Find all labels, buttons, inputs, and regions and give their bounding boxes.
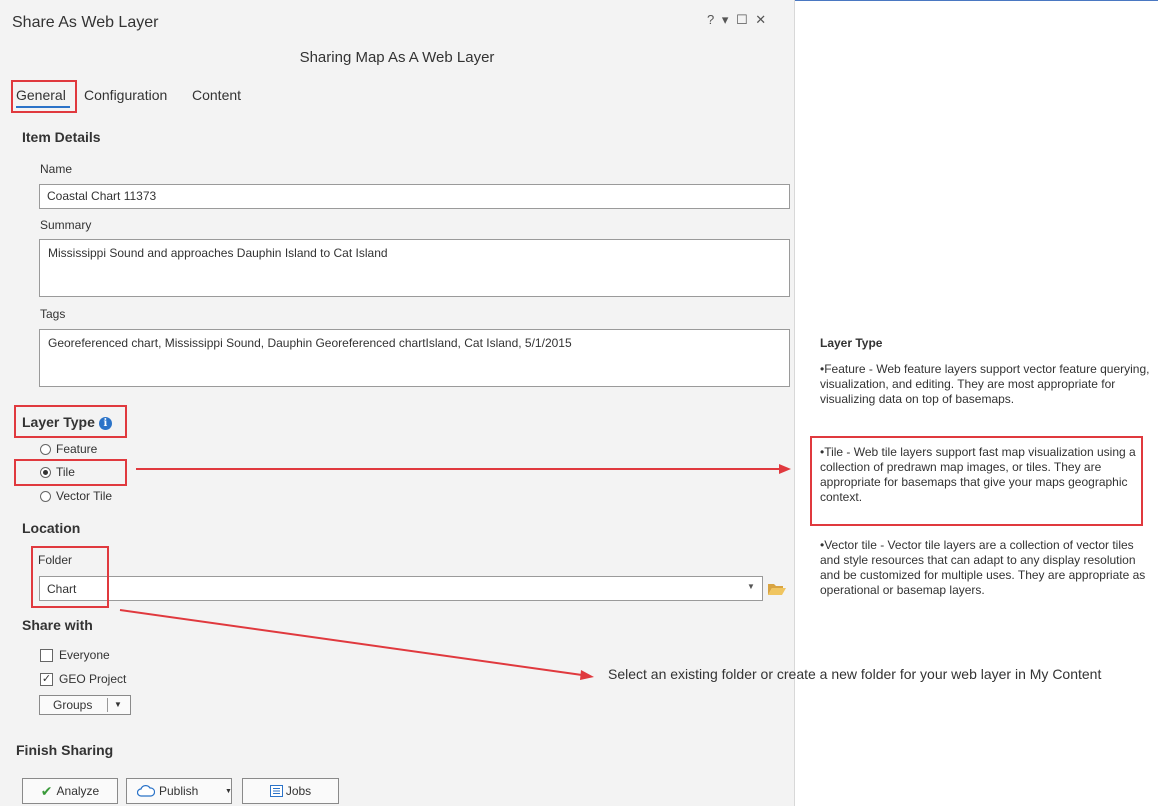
help-tile-text: •Tile - Web tile layers support fast map…: [820, 445, 1136, 504]
help-vector-tile-text: •Vector tile - Vector tile layers are a …: [820, 538, 1146, 597]
folder-annotation-note: Select an existing folder or create a ne…: [608, 666, 1102, 682]
help-heading: Layer Type: [820, 336, 883, 350]
help-feature-text: •Feature - Web feature layers support ve…: [820, 362, 1150, 406]
